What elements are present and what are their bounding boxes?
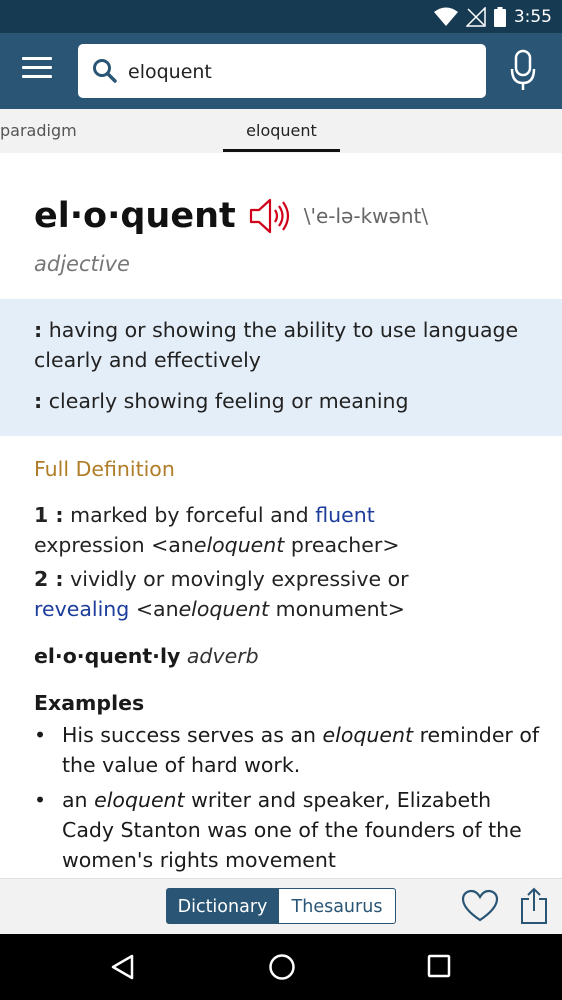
short-definition: : clearly showing feeling or meaning <box>34 386 544 416</box>
speaker-icon[interactable] <box>248 197 292 235</box>
run-on-word: el·o·quent·ly <box>34 644 181 668</box>
pronunciation: \'e-lə-kwənt\ <box>303 204 429 228</box>
sense-text: expression <an <box>34 533 194 557</box>
thesaurus-tab-button[interactable]: Thesaurus <box>278 888 396 924</box>
headword: el·o·quent <box>34 196 236 236</box>
run-on-pos: adverb <box>186 644 259 668</box>
example-before: an <box>62 788 88 812</box>
wifi-icon <box>433 7 458 26</box>
short-definition: : having or showing the ability to use l… <box>34 315 544 375</box>
definition-text: having or showing the ability to use lan… <box>34 318 519 372</box>
sense-text: preacher> <box>290 533 400 557</box>
battery-icon <box>493 7 506 27</box>
menu-icon-line <box>22 75 52 78</box>
system-nav-bar <box>0 934 562 1000</box>
link-fluent[interactable]: fluent <box>315 503 375 527</box>
sense: 1 : marked by forceful and fluent expres… <box>34 500 549 560</box>
back-icon[interactable] <box>110 954 136 980</box>
status-icons: 3:55 <box>433 5 552 29</box>
tab-eloquent[interactable]: eloquent <box>223 121 340 140</box>
active-tab-indicator <box>223 149 340 152</box>
example-italic: eloquent <box>94 788 185 812</box>
microphone-button[interactable] <box>510 49 536 97</box>
bullet: • <box>34 788 47 812</box>
bottom-bar: Dictionary Thesaurus <box>0 878 562 935</box>
examples-heading: Examples <box>34 691 145 715</box>
definition-marker: : <box>34 389 43 413</box>
sense-text: monument> <box>275 597 405 621</box>
link-revealing[interactable]: revealing <box>34 597 129 621</box>
share-icon <box>521 887 547 924</box>
search-icon <box>93 59 117 83</box>
heart-icon <box>461 889 499 922</box>
example-text: an eloquent writer and speaker, Elizabet… <box>62 785 542 875</box>
dictionary-tab-button[interactable]: Dictionary <box>166 888 279 924</box>
sense: 2 : vividly or movingly expressive or re… <box>34 564 549 624</box>
search-input[interactable] <box>126 54 470 90</box>
recents-icon[interactable] <box>427 954 451 978</box>
sense-number: 2 : <box>34 567 64 591</box>
short-definitions: : having or showing the ability to use l… <box>0 299 562 436</box>
history-tabs: paradigm eloquent <box>0 109 562 153</box>
example-text: His success serves as an eloquent remind… <box>62 720 542 780</box>
sense-italic: eloquent <box>193 533 285 557</box>
menu-icon-line <box>22 66 52 69</box>
share-button[interactable] <box>520 887 548 929</box>
run-on-entry: el·o·quent·ly adverb <box>34 644 259 668</box>
microphone-icon <box>510 49 536 90</box>
headword-row: el·o·quent \'e-lə-kwənt\ <box>34 194 428 238</box>
tab-paradigm[interactable]: paradigm <box>0 121 77 140</box>
sense-number: 1 : <box>34 503 64 527</box>
part-of-speech: adjective <box>34 252 130 276</box>
full-definition-heading: Full Definition <box>34 457 175 481</box>
status-bar: 3:55 <box>0 0 562 33</box>
example-italic: eloquent <box>322 723 414 747</box>
bullet: • <box>34 723 47 747</box>
favorite-button[interactable] <box>461 889 499 927</box>
sense-text: marked by forceful and <box>70 503 309 527</box>
no-signal-icon <box>465 7 486 27</box>
sense-text: <an <box>135 597 179 621</box>
search-box[interactable] <box>78 44 486 98</box>
example-before: His success serves as an <box>62 723 316 747</box>
status-time: 3:55 <box>513 7 552 27</box>
app-bar <box>0 33 562 109</box>
menu-icon <box>22 57 52 60</box>
sense-italic: eloquent <box>178 597 270 621</box>
definition-marker: : <box>34 318 43 342</box>
definition-text: clearly showing feeling or meaning <box>48 389 409 413</box>
menu-button[interactable] <box>22 57 52 85</box>
sense-text: vividly or movingly expressive or <box>70 567 409 591</box>
home-icon[interactable] <box>268 953 296 981</box>
